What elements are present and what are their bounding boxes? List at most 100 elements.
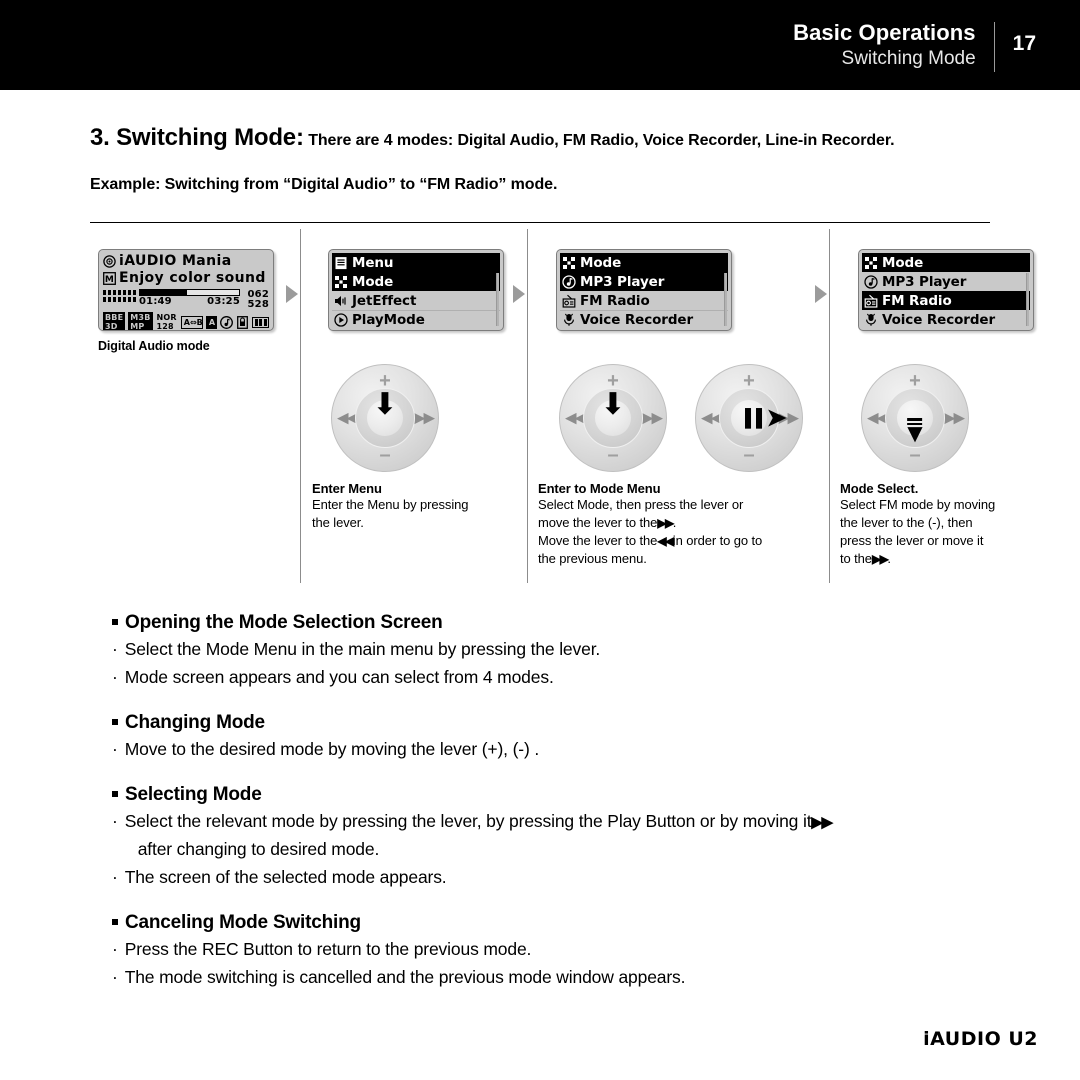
status-3d: 3D bbox=[105, 322, 118, 331]
play-circle-icon bbox=[334, 313, 348, 327]
music-note-icon bbox=[562, 274, 576, 289]
track-total: 528 bbox=[247, 299, 269, 310]
lcd-progress-group: 01:49 03:25 bbox=[139, 289, 240, 307]
menu-item-playmode[interactable]: PlayMode bbox=[332, 310, 500, 329]
joystick-press-step3[interactable]: + – ◀◀ ▶▶ ⬇ bbox=[559, 364, 667, 472]
equalizer-icon bbox=[103, 289, 136, 302]
bullet-dot-icon: · bbox=[112, 939, 118, 959]
menu-item-voice-recorder[interactable]: Voice Recorder bbox=[560, 310, 728, 329]
bullet-text: Move to the desired mode by moving the l… bbox=[124, 739, 540, 759]
step3-caption-title: Enter to Mode Menu bbox=[538, 481, 661, 496]
lcd-screen-mode-menu: Mode MP3 Player FM Radio Voice Recorder bbox=[556, 249, 732, 331]
bullet-item: · Select the Mode Menu in the main menu … bbox=[112, 636, 1012, 662]
square-bullet-icon bbox=[112, 619, 118, 625]
music-note-icon bbox=[864, 274, 878, 289]
lcd-screen-main-menu: Menu Mode JetEffect PlayMode bbox=[328, 249, 504, 331]
section-title-description: There are 4 modes: Digital Audio, FM Rad… bbox=[308, 132, 895, 149]
bullet-dot-icon: · bbox=[112, 867, 118, 887]
step4-caption-line2: the lever to the (-), then bbox=[840, 515, 973, 530]
joystick-move-right-step3[interactable]: + – ◀◀ ▶▶ ▌▌ ➤ bbox=[695, 364, 803, 472]
lock-icon bbox=[236, 315, 249, 329]
joystick-minus-label: – bbox=[379, 444, 391, 466]
menu-item-fm-radio[interactable]: FM Radio bbox=[862, 291, 1030, 310]
step3-caption-line2a: Move the lever to the bbox=[538, 533, 658, 548]
menu-item-jeteffect[interactable]: JetEffect bbox=[332, 291, 500, 310]
step3-caption-block: Enter to Mode Menu Select Mode, then pre… bbox=[538, 481, 828, 568]
lcd-status-bar: BBE 3D M3B MP NOR 128 A⇔B A bbox=[103, 312, 270, 331]
svg-text:M: M bbox=[105, 275, 114, 285]
joystick-rewind-label: ◀◀ bbox=[337, 409, 358, 427]
header-sub-title: Switching Mode bbox=[841, 48, 976, 69]
lcd-track-title: iAUDIO Mania bbox=[119, 253, 232, 269]
section-title-number: 3. Switching Mode: bbox=[90, 124, 304, 151]
lcd-progress-area: 01:49 03:25 062 528 bbox=[103, 289, 269, 310]
status-ab-repeat: A⇔B bbox=[180, 315, 203, 329]
elapsed-time: 01:49 bbox=[139, 296, 172, 307]
status-m3b: M3B bbox=[130, 313, 151, 322]
joystick-rewind-label: ◀◀ bbox=[867, 409, 888, 427]
bullet-item: · The mode switching is cancelled and th… bbox=[112, 964, 1012, 990]
disc-icon bbox=[103, 255, 116, 268]
flow-arrow-2-icon bbox=[513, 285, 525, 303]
step1-caption: Digital Audio mode bbox=[98, 339, 210, 353]
status-repeat-all: A bbox=[205, 315, 218, 329]
status-bbe-3d: BBE 3D bbox=[103, 312, 126, 331]
joystick-forward-label: ▶▶ bbox=[943, 409, 965, 427]
menu-item-voice-recorder[interactable]: Voice Recorder bbox=[862, 310, 1030, 329]
joystick-move-down-step4[interactable]: + – ◀◀ ▶▶ ▼ bbox=[861, 364, 969, 472]
bullet-text: Mode screen appears and you can select f… bbox=[124, 667, 554, 687]
diagram-divider-1 bbox=[300, 229, 301, 583]
joystick-press-step2[interactable]: + – ◀◀ ▶▶ ⬇ bbox=[331, 364, 439, 472]
menu-item-fm-radio[interactable]: FM Radio bbox=[560, 291, 728, 310]
menu-item-label: PlayMode bbox=[352, 312, 425, 328]
mode-grid-icon bbox=[562, 256, 576, 270]
lcd-title-line: iAUDIO Mania bbox=[103, 253, 269, 270]
menu-item-label: Menu bbox=[352, 254, 394, 271]
section-heading-label: Changing Mode bbox=[125, 712, 265, 733]
menu-item-mode[interactable]: Mode bbox=[560, 253, 728, 272]
bullet-dot-icon: · bbox=[112, 639, 118, 659]
menu-item-mode[interactable]: Mode bbox=[862, 253, 1030, 272]
joystick-minus-label: – bbox=[909, 444, 921, 466]
menu-item-mode[interactable]: Mode bbox=[332, 272, 500, 291]
section-title: 3. Switching Mode: There are 4 modes: Di… bbox=[90, 124, 1020, 152]
press-down-arrow-icon: ⬇ bbox=[372, 388, 398, 421]
flow-arrow-1-icon bbox=[286, 285, 298, 303]
section-heading-opening: Opening the Mode Selection Screen bbox=[112, 612, 1012, 634]
menu-item-mp3-player[interactable]: MP3 Player bbox=[862, 272, 1030, 291]
scrollbar-track[interactable] bbox=[496, 273, 499, 326]
step4-caption-line3: press the lever or move it bbox=[840, 533, 984, 548]
joystick-forward-label: ▶▶ bbox=[641, 409, 663, 427]
lcd-subtitle-line: M Enjoy color sound bbox=[103, 270, 269, 287]
menu-item-label: MP3 Player bbox=[580, 273, 665, 290]
bullet-text-group: Select the relevant mode by pressing the… bbox=[125, 808, 1012, 862]
section-heading-canceling: Canceling Mode Switching bbox=[112, 912, 1012, 934]
scrollbar-track[interactable] bbox=[1026, 273, 1029, 326]
progress-bar bbox=[139, 289, 240, 296]
mode-grid-icon bbox=[864, 256, 878, 270]
menu-item-label: Voice Recorder bbox=[882, 311, 996, 328]
example-line: Example: Switching from “Digital Audio” … bbox=[90, 176, 558, 193]
step3-caption-body: Select Mode, then press the lever or mov… bbox=[538, 496, 828, 568]
status-nor: NOR bbox=[156, 313, 177, 322]
menu-item-menu[interactable]: Menu bbox=[332, 253, 500, 272]
step3-caption-line2c: the previous menu. bbox=[538, 551, 647, 566]
move-right-arrow-icon: ▌▌ ➤ bbox=[745, 402, 788, 433]
joystick-rewind-label: ◀◀ bbox=[565, 409, 586, 427]
body-sections: Opening the Mode Selection Screen · Sele… bbox=[112, 612, 1012, 990]
menu-list-step3: Mode MP3 Player FM Radio Voice Recorder bbox=[560, 253, 728, 329]
status-bbe: BBE bbox=[105, 313, 124, 322]
lcd-screen-digital-audio: iAUDIO Mania M Enjoy color sound 01:49 0 bbox=[98, 249, 274, 331]
step4-caption-line1: Select FM mode by moving bbox=[840, 497, 996, 512]
square-bullet-icon bbox=[112, 919, 118, 925]
bullet-item: · Mode screen appears and you can select… bbox=[112, 664, 1012, 690]
step4-caption-block: Mode Select. Select FM mode by moving th… bbox=[840, 481, 1055, 568]
radio-icon bbox=[562, 294, 576, 308]
menu-item-label: Mode bbox=[352, 273, 394, 290]
menu-item-label: FM Radio bbox=[882, 292, 952, 309]
section-heading-label: Selecting Mode bbox=[125, 784, 262, 805]
scrollbar-track[interactable] bbox=[724, 273, 727, 326]
menu-item-mp3-player[interactable]: MP3 Player bbox=[560, 272, 728, 291]
status-m3b-mp: M3B MP bbox=[128, 312, 153, 330]
header-content: Basic Operations Switching Mode 17 bbox=[793, 20, 1036, 72]
